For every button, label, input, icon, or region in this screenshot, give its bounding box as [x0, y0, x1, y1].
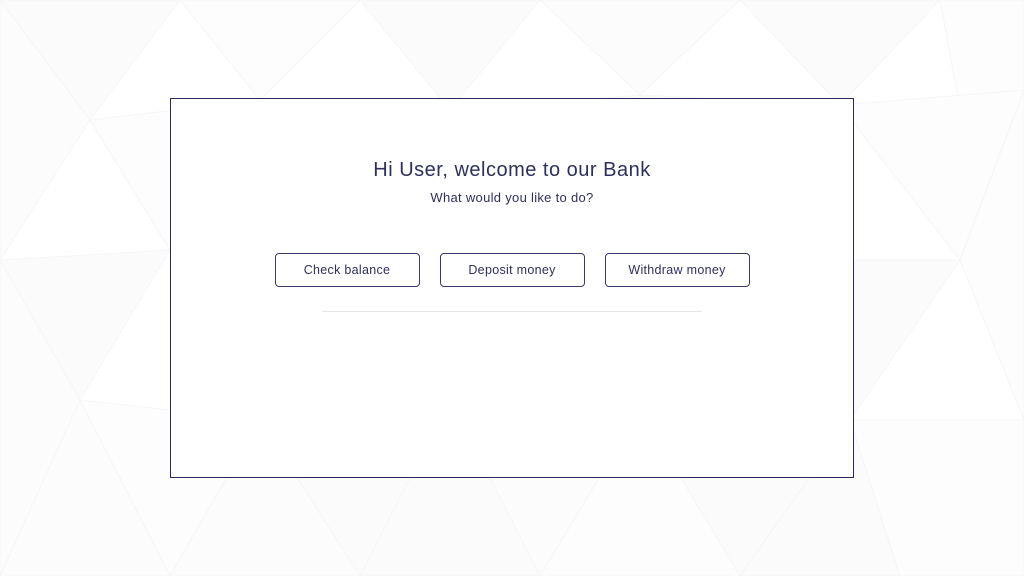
prompt-subheading: What would you like to do? — [171, 190, 853, 205]
withdraw-money-button[interactable]: Withdraw money — [605, 253, 750, 287]
check-balance-button[interactable]: Check balance — [275, 253, 420, 287]
welcome-heading: Hi User, welcome to our Bank — [171, 159, 853, 182]
action-button-row: Check balance Deposit money Withdraw mon… — [171, 253, 853, 287]
main-card: Hi User, welcome to our Bank What would … — [170, 98, 854, 478]
divider — [322, 311, 702, 312]
deposit-money-button[interactable]: Deposit money — [440, 253, 585, 287]
